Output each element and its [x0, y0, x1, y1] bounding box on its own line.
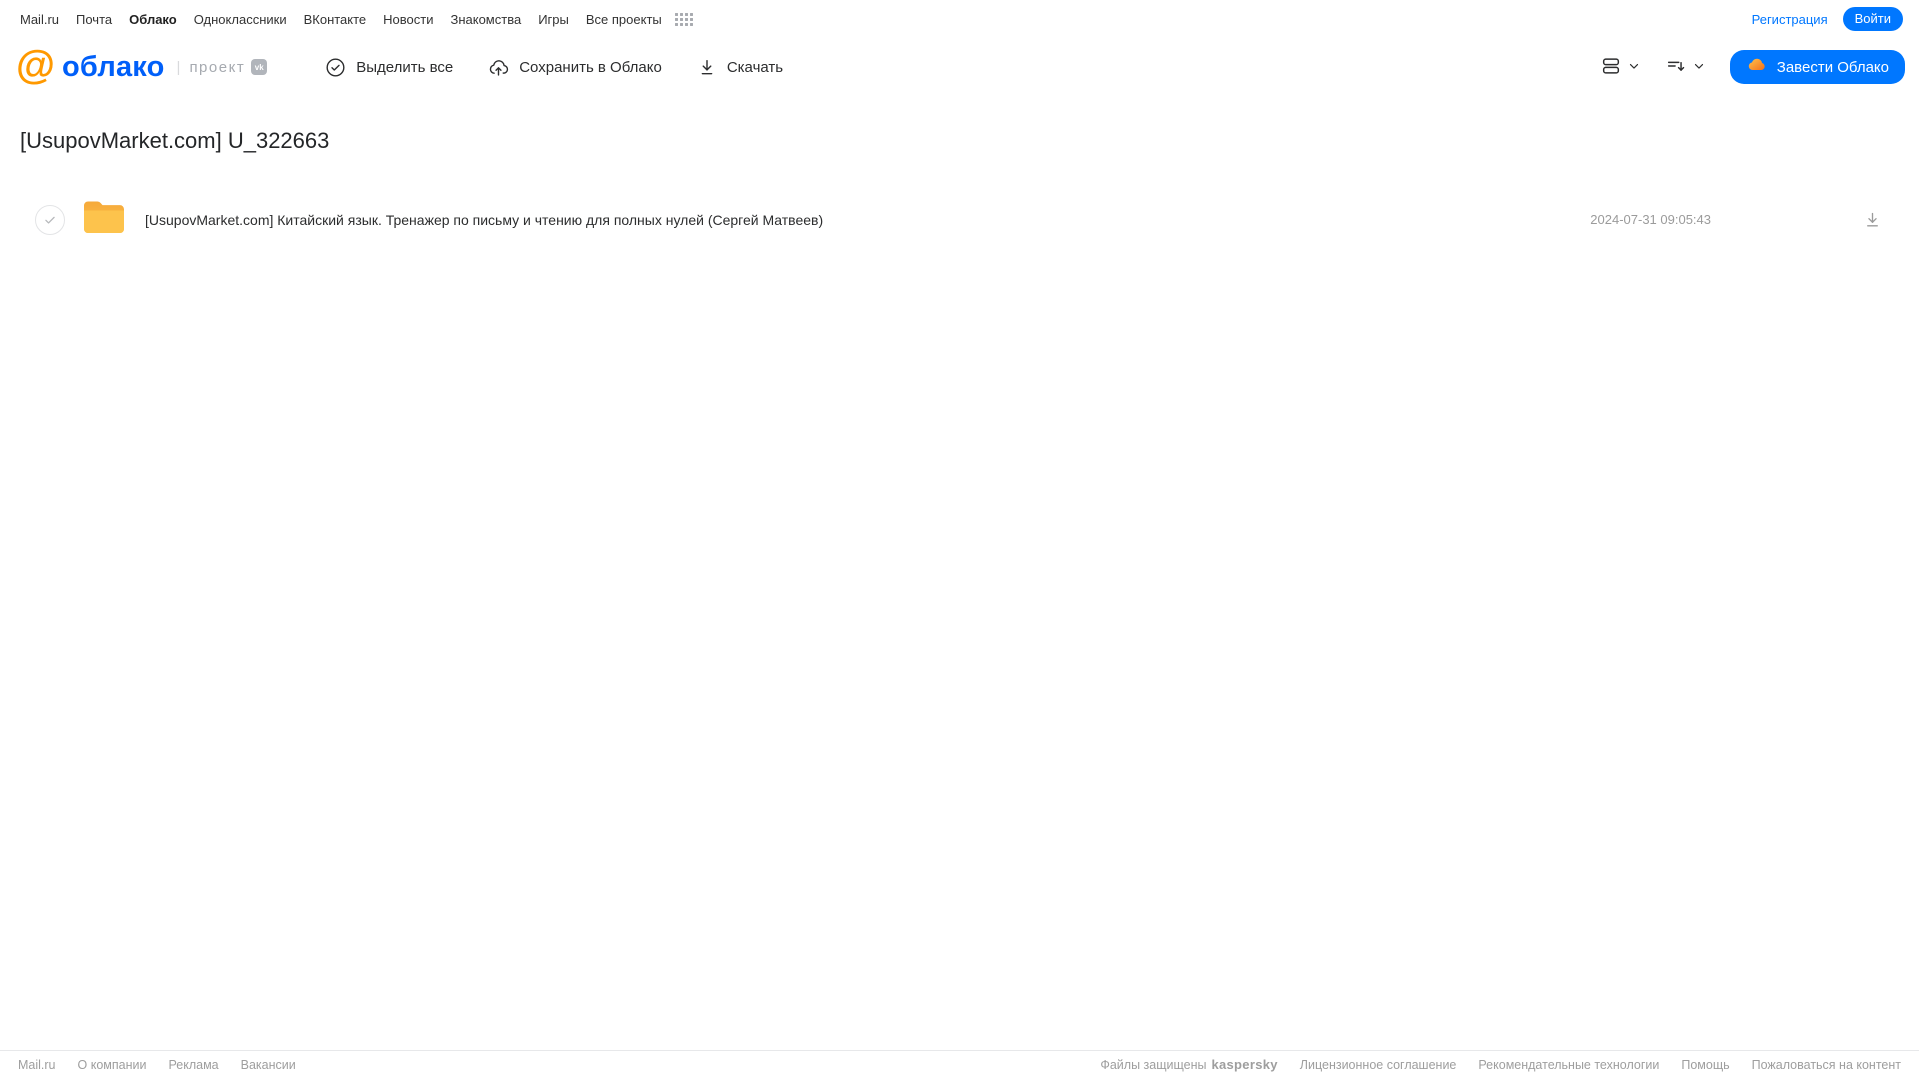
cloud-upload-icon — [488, 57, 509, 78]
topnav-item-znakomstva[interactable]: Знакомства — [450, 12, 521, 27]
sort-control[interactable] — [1665, 55, 1706, 80]
top-nav: Mail.ru Почта Облако Одноклассники ВКонт… — [0, 0, 1919, 36]
check-circle-icon — [325, 57, 346, 78]
topnav-item-vse-proekty[interactable]: Все проекты — [586, 12, 662, 27]
vk-logo-icon: vk — [251, 59, 268, 75]
download-icon — [697, 57, 717, 77]
topnav-item-vkontakte[interactable]: ВКонтакте — [304, 12, 367, 27]
row-checkbox[interactable] — [35, 204, 65, 235]
footer-left-links: Mail.ru О компании Реклама Вакансии — [18, 1058, 296, 1072]
footer-link-recommendation-tech[interactable]: Рекомендательные технологии — [1478, 1058, 1659, 1072]
cloud-orange-icon — [1746, 54, 1768, 80]
header: @ облако | проект vk Выделить все Сохран… — [0, 36, 1919, 98]
create-cloud-label: Завести Облако — [1776, 58, 1889, 76]
logo-divider: | — [176, 58, 181, 76]
footer-link-jobs[interactable]: Вакансии — [241, 1058, 296, 1072]
footer-right-links: Файлы защищены kaspersky Лицензионное со… — [1100, 1057, 1901, 1072]
footer-link-report-content[interactable]: Пожаловаться на контент — [1752, 1058, 1901, 1072]
portal-links: Mail.ru Почта Облако Одноклассники ВКонт… — [20, 12, 693, 27]
topnav-item-pochta[interactable]: Почта — [76, 12, 112, 27]
project-label: проект — [189, 58, 246, 76]
topnav-item-novosti[interactable]: Новости — [383, 12, 433, 27]
files-protected-note: Файлы защищены kaspersky — [1100, 1057, 1277, 1072]
download-label: Скачать — [726, 58, 784, 76]
view-mode-control[interactable] — [1600, 55, 1641, 80]
file-name[interactable]: [UsupovMarket.com] Китайский язык. Трена… — [145, 212, 1590, 228]
create-cloud-button[interactable]: Завести Облако — [1729, 50, 1905, 84]
logo-wordmark: облако — [62, 50, 165, 83]
mailru-at-icon: @ — [16, 43, 56, 87]
save-to-cloud-label: Сохранить в Облако — [519, 58, 662, 76]
topnav-item-odnoklassniki[interactable]: Одноклассники — [194, 12, 287, 27]
page-title: [UsupovMarket.com] U_322663 — [20, 128, 330, 153]
footer-link-about[interactable]: О компании — [78, 1058, 147, 1072]
file-date: 2024-07-31 09:05:43 — [1590, 212, 1711, 227]
cloud-logo[interactable]: @ облако | проект vk — [16, 45, 268, 85]
view-toggle-icon — [1600, 55, 1622, 80]
check-icon — [45, 216, 55, 224]
registration-link[interactable]: Регистрация — [1752, 12, 1828, 27]
sort-icon — [1665, 55, 1687, 80]
save-to-cloud-button[interactable]: Сохранить в Облако — [488, 57, 662, 78]
select-all-button[interactable]: Выделить все — [325, 57, 453, 78]
topnav-item-oblako[interactable]: Облако — [129, 12, 177, 27]
download-icon — [1867, 212, 1878, 227]
footer: Mail.ru О компании Реклама Вакансии Файл… — [0, 1050, 1919, 1079]
header-right-controls: Завести Облако — [1600, 50, 1905, 84]
chevron-down-icon — [1692, 59, 1706, 76]
folder-icon[interactable] — [81, 198, 127, 241]
projects-grid-icon[interactable] — [674, 12, 693, 26]
topnav-item-igry[interactable]: Игры — [538, 12, 569, 27]
row-download-button[interactable] — [1863, 210, 1882, 229]
footer-link-help[interactable]: Помощь — [1681, 1058, 1729, 1072]
file-row[interactable]: [UsupovMarket.com] Китайский язык. Трена… — [20, 198, 1899, 241]
footer-link-mailru[interactable]: Mail.ru — [18, 1058, 56, 1072]
topnav-item-mailru[interactable]: Mail.ru — [20, 12, 59, 27]
footer-link-license[interactable]: Лицензионное соглашение — [1300, 1058, 1457, 1072]
chevron-down-icon — [1627, 59, 1641, 76]
main-content: [UsupovMarket.com] U_322663 [UsupovMarke… — [0, 98, 1919, 1050]
auth-area: Регистрация Войти — [1752, 7, 1903, 31]
footer-link-ads[interactable]: Реклама — [168, 1058, 218, 1072]
file-actions-toolbar: Выделить все Сохранить в Облако Скачать — [325, 57, 783, 78]
kaspersky-logo[interactable]: kaspersky — [1211, 1057, 1277, 1072]
download-button[interactable]: Скачать — [697, 57, 783, 77]
protected-text: Файлы защищены — [1100, 1057, 1207, 1072]
select-all-label: Выделить все — [356, 58, 454, 76]
login-button[interactable]: Войти — [1842, 7, 1903, 31]
